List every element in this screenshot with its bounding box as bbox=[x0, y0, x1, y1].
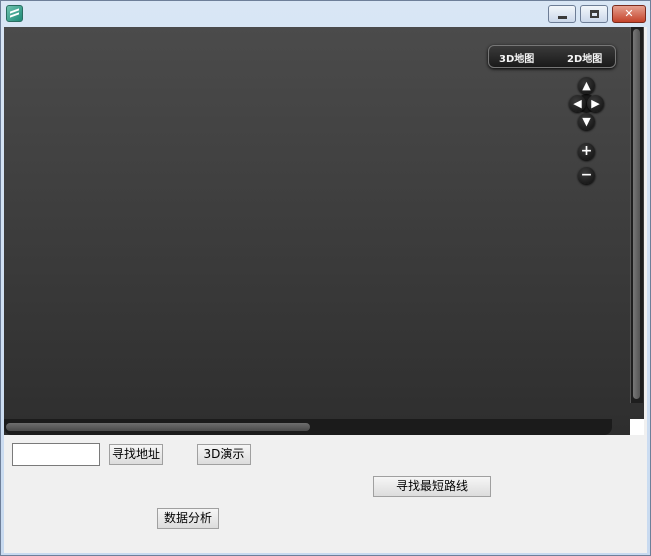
map-view[interactable]: 3D地图 2D地图 ▲ ◀ ▶ ▼ + − bbox=[4, 27, 644, 435]
pan-up-icon[interactable]: ▲ bbox=[578, 77, 595, 94]
maximize-button[interactable] bbox=[580, 5, 608, 23]
close-button[interactable]: ✕ bbox=[612, 5, 646, 23]
close-icon: ✕ bbox=[624, 7, 634, 20]
client-area: 3D地图 2D地图 ▲ ◀ ▶ ▼ + − 寻找地址 3D演示 寻找最短路线 数… bbox=[4, 27, 647, 553]
horizontal-scroll-thumb[interactable] bbox=[6, 423, 310, 431]
pan-left-icon[interactable]: ◀ bbox=[569, 95, 586, 112]
pan-down-icon[interactable]: ▼ bbox=[578, 113, 595, 130]
mode-2d-button[interactable]: 2D地图 bbox=[567, 50, 602, 65]
scroll-corner bbox=[630, 419, 644, 435]
pan-right-icon[interactable]: ▶ bbox=[587, 95, 604, 112]
zoom-out-icon[interactable]: − bbox=[578, 167, 595, 184]
shortest-route-button[interactable]: 寻找最短路线 bbox=[373, 476, 491, 497]
vertical-scroll-thumb[interactable] bbox=[633, 29, 640, 399]
app-window: ✕ 3D地图 2D地图 ▲ ◀ ▶ ▼ + − 寻找地址 3D演示 寻找最短路线… bbox=[0, 0, 651, 556]
mode-3d-button[interactable]: 3D地图 bbox=[499, 50, 534, 65]
horizontal-scrollbar[interactable] bbox=[4, 419, 612, 435]
data-analysis-button[interactable]: 数据分析 bbox=[157, 508, 219, 529]
app-logo-icon bbox=[6, 5, 23, 22]
vertical-scrollbar[interactable] bbox=[630, 27, 643, 403]
map-mode-toggle[interactable]: 3D地图 2D地图 bbox=[488, 45, 616, 68]
zoom-in-icon[interactable]: + bbox=[578, 143, 595, 160]
address-search-input[interactable] bbox=[12, 443, 100, 466]
title-bar[interactable]: ✕ bbox=[1, 1, 650, 27]
find-address-button[interactable]: 寻找地址 bbox=[109, 444, 163, 465]
minimize-icon bbox=[558, 16, 567, 19]
minimize-button[interactable] bbox=[548, 5, 576, 23]
demo-3d-button[interactable]: 3D演示 bbox=[197, 444, 251, 465]
maximize-icon bbox=[590, 10, 599, 18]
